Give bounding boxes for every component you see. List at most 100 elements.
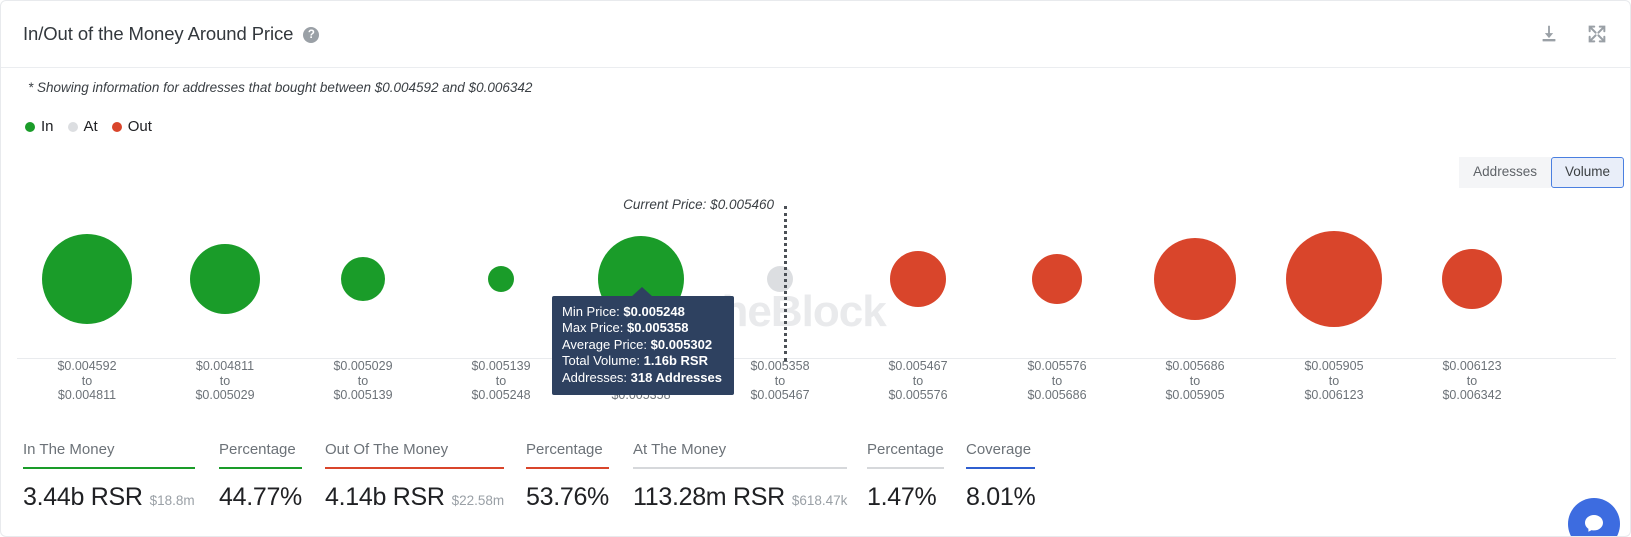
stat-underline <box>867 467 944 469</box>
x-label-to: $0.006342 <box>1442 388 1501 403</box>
stat-value: 44.77% <box>219 483 302 512</box>
stat-label: Percentage <box>867 441 944 467</box>
bubble-in-3[interactable] <box>488 266 514 292</box>
tooltip-value-average-price: $0.005302 <box>651 337 712 352</box>
in-out-of-money-chart-card: In/Out of the Money Around Price ? * Sho… <box>0 0 1631 537</box>
stat-value-main: 113.28m RSR <box>633 483 785 512</box>
tooltip-label-min-price: Min Price: <box>562 304 620 319</box>
x-axis-labels: $0.004592to$0.004811$0.004811to$0.005029… <box>1 359 1631 409</box>
bubble-in-1[interactable] <box>190 244 260 314</box>
legend-item-in[interactable]: In <box>25 118 54 135</box>
stat-underline <box>219 467 302 469</box>
tooltip-label-total-volume: Total Volume: <box>562 353 640 368</box>
legend-item-out[interactable]: Out <box>112 118 152 135</box>
stat-underline <box>633 467 847 469</box>
page-title: In/Out of the Money Around Price <box>23 23 293 45</box>
stat-value: 113.28m RSR$618.47k <box>633 483 847 512</box>
x-label-separator: to <box>471 374 530 389</box>
stat-in-the-money-0: In The Money 3.44b RSR $18.8m <box>23 441 195 512</box>
fullscreen-icon[interactable] <box>1586 23 1608 45</box>
tooltip-label-average-price: Average Price: <box>562 337 647 352</box>
bubble-out-10[interactable] <box>1442 249 1502 309</box>
bubble-out-7[interactable] <box>1032 254 1082 304</box>
x-label-separator: to <box>1304 374 1363 389</box>
x-label-from: $0.004811 <box>195 359 254 374</box>
x-label-from: $0.004592 <box>57 359 116 374</box>
bubble-plot: IntoTheBlock Current Price: $0.005460 <box>1 193 1631 358</box>
x-label-separator: to <box>195 374 254 389</box>
stat-label: At The Money <box>633 441 847 467</box>
stat-value-sub: $22.58m <box>452 493 505 508</box>
stat-label: Percentage <box>219 441 302 467</box>
toggle-volume-button[interactable]: Volume <box>1551 157 1624 188</box>
legend-label-at: At <box>84 118 98 135</box>
x-label-from: $0.005029 <box>333 359 392 374</box>
stat-value: 53.76% <box>526 483 609 512</box>
x-label-from: $0.005905 <box>1304 359 1363 374</box>
tooltip-value-total-volume: 1.16b RSR <box>644 353 708 368</box>
tooltip-value-min-price: $0.005248 <box>623 304 684 319</box>
chart-legend: In At Out <box>25 118 160 135</box>
stat-value: 3.44b RSR $18.8m <box>23 483 195 512</box>
stat-underline <box>526 467 609 469</box>
question-mark-icon[interactable]: ? <box>303 27 319 43</box>
legend-label-out: Out <box>128 118 152 135</box>
bubble-tooltip: Min Price: $0.005248 Max Price: $0.00535… <box>552 296 734 395</box>
x-label-from: $0.005576 <box>1027 359 1086 374</box>
download-icon[interactable] <box>1538 23 1560 45</box>
stat-value-main: 8.01% <box>966 483 1035 512</box>
x-label-separator: to <box>750 374 809 389</box>
legend-dot-out <box>112 122 122 132</box>
stat-label: In The Money <box>23 441 195 467</box>
stat-percentage-5: Percentage 1.47% <box>867 441 944 512</box>
legend-dot-at <box>68 122 78 132</box>
stat-underline <box>23 467 195 469</box>
tooltip-value-max-price: $0.005358 <box>627 320 688 335</box>
x-axis-label-9: $0.005905to$0.006123 <box>1304 359 1363 403</box>
x-label-to: $0.005576 <box>888 388 947 403</box>
stat-value-main: 53.76% <box>526 483 609 512</box>
stat-value: 1.47% <box>867 483 944 512</box>
x-label-to: $0.005686 <box>1027 388 1086 403</box>
tooltip-row-addresses: Addresses: 318 Addresses <box>562 370 722 386</box>
x-label-separator: to <box>1165 374 1224 389</box>
stat-value: 4.14b RSR$22.58m <box>325 483 504 512</box>
bubble-in-2[interactable] <box>341 257 385 301</box>
x-label-to: $0.005029 <box>195 388 254 403</box>
stat-out-of-the-money-2: Out Of The Money4.14b RSR$22.58m <box>325 441 504 512</box>
stat-value-main: 3.44b RSR <box>23 483 143 512</box>
x-axis-label-3: $0.005139to$0.005248 <box>471 359 530 403</box>
metric-toggle-group: Addresses Volume <box>1459 157 1624 188</box>
stat-label: Coverage <box>966 441 1035 467</box>
x-axis-label-8: $0.005686to$0.005905 <box>1165 359 1224 403</box>
bubble-in-0[interactable] <box>42 234 132 324</box>
bubble-out-6[interactable] <box>890 251 946 307</box>
x-label-from: $0.005467 <box>888 359 947 374</box>
x-axis-label-0: $0.004592to$0.004811 <box>57 359 116 403</box>
stat-at-the-money-4: At The Money 113.28m RSR$618.47k <box>633 441 847 512</box>
tooltip-label-addresses: Addresses: <box>562 370 627 385</box>
chat-icon <box>1582 512 1606 536</box>
x-label-from: $0.005358 <box>750 359 809 374</box>
bubble-out-8[interactable] <box>1154 238 1236 320</box>
tooltip-row-average-price: Average Price: $0.005302 <box>562 337 722 353</box>
x-axis-label-7: $0.005576to$0.005686 <box>1027 359 1086 403</box>
x-label-separator: to <box>57 374 116 389</box>
summary-stats: In The Money 3.44b RSR $18.8m Percentage 44.… <box>1 429 1631 537</box>
legend-label-in: In <box>41 118 54 135</box>
x-label-from: $0.005686 <box>1165 359 1224 374</box>
legend-item-at[interactable]: At <box>68 118 98 135</box>
stat-underline <box>325 467 504 469</box>
x-label-separator: to <box>333 374 392 389</box>
x-label-from: $0.006123 <box>1442 359 1501 374</box>
bubble-out-9[interactable] <box>1286 231 1382 327</box>
x-axis-label-6: $0.005467to$0.005576 <box>888 359 947 403</box>
toggle-addresses-button[interactable]: Addresses <box>1459 157 1551 188</box>
stat-label: Percentage <box>526 441 609 467</box>
stat-value-sub: $18.8m <box>150 493 195 508</box>
stat-percentage-3: Percentage 53.76% <box>526 441 609 512</box>
x-axis-label-2: $0.005029to$0.005139 <box>333 359 392 403</box>
bubble-at-5[interactable] <box>767 266 793 292</box>
current-price-label: Current Price: $0.005460 <box>623 197 784 212</box>
x-axis-label-1: $0.004811to$0.005029 <box>195 359 254 403</box>
